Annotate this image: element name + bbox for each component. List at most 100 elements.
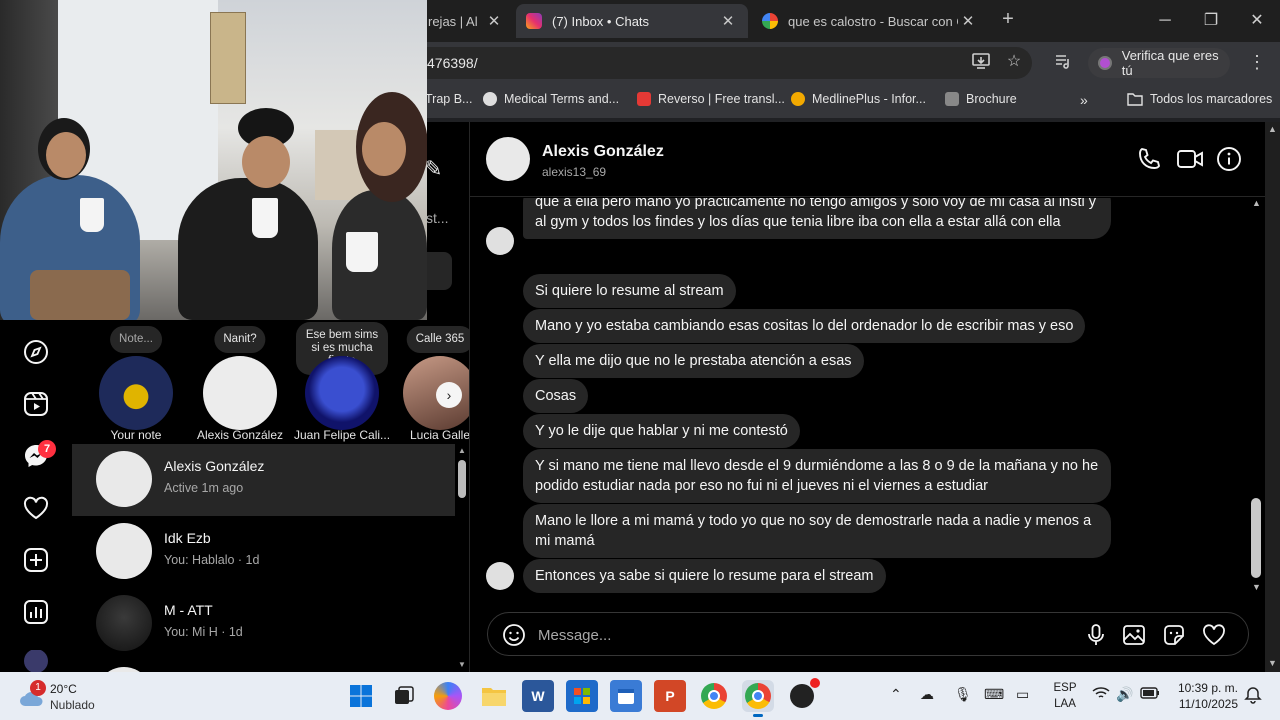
message-bubble[interactable]: Si quiere lo resume al stream: [523, 274, 736, 308]
list-item[interactable]: Idk Ezb You: Hablalo · 1d: [72, 516, 455, 588]
message-bubble[interactable]: Mano le llore a mi mamá y todo yo que no…: [523, 504, 1111, 558]
file-explorer-icon[interactable]: [478, 680, 510, 712]
input-language[interactable]: ESP LAA: [1050, 680, 1080, 712]
heart-icon[interactable]: [1202, 623, 1226, 647]
image-icon[interactable]: [1122, 623, 1146, 647]
word-icon[interactable]: W: [522, 680, 554, 712]
chat-scrollbar[interactable]: ▲ ▼: [1248, 196, 1264, 596]
verify-profile-button[interactable]: Verifica que eres tú: [1088, 48, 1230, 78]
scroll-up-icon[interactable]: ▲: [1268, 124, 1277, 134]
note-name: Juan Felipe Cali...: [294, 428, 390, 442]
display-icon[interactable]: ▭: [1016, 686, 1029, 703]
star-icon[interactable]: ☆: [1003, 51, 1025, 73]
verify-label: Verifica que eres tú: [1121, 48, 1219, 78]
bookmark-trap[interactable]: Trap B...: [425, 92, 472, 106]
explore-icon[interactable]: [22, 338, 50, 366]
calendar-icon[interactable]: [610, 680, 642, 712]
page-scrollbar[interactable]: ▲ ▼: [1265, 122, 1280, 672]
onedrive-off-icon[interactable]: ☁: [920, 686, 934, 703]
list-item[interactable]: [72, 660, 455, 672]
reels-icon[interactable]: [22, 390, 50, 418]
chat-panel: Alexis González alexis13_69 que a ella p…: [469, 122, 1266, 672]
media-control-icon[interactable]: [1052, 51, 1074, 73]
conversation-name: Idk Ezb: [164, 530, 211, 546]
heart-icon[interactable]: [22, 494, 50, 522]
scroll-down-icon[interactable]: ▼: [458, 660, 466, 669]
battery-icon[interactable]: [1140, 686, 1160, 702]
powerpoint-icon[interactable]: P: [654, 680, 686, 712]
avatar: [96, 523, 152, 579]
scroll-down-icon[interactable]: ▼: [1252, 582, 1261, 592]
avatar[interactable]: [486, 137, 530, 181]
window-close-icon[interactable]: ✕: [1234, 6, 1280, 36]
copilot-icon[interactable]: [434, 682, 462, 710]
task-view-icon[interactable]: [388, 680, 420, 712]
microphone-icon[interactable]: 🎙: [954, 686, 972, 703]
system-clock[interactable]: 10:39 p. m. 11/10/2025: [1168, 680, 1238, 712]
maximize-icon[interactable]: ❐: [1188, 6, 1234, 36]
conversation-status: Active 1m ago: [164, 481, 244, 495]
chevron-up-icon[interactable]: ⌃: [890, 686, 902, 703]
message-bubble[interactable]: Y si mano me tiene mal llevo desde el 9 …: [523, 449, 1111, 503]
scrollbar-thumb[interactable]: [1251, 498, 1261, 578]
minimize-icon[interactable]: ─: [1142, 6, 1188, 36]
volume-icon[interactable]: 🔊: [1116, 686, 1133, 703]
list-scrollbar[interactable]: ▲ ▼: [455, 444, 469, 672]
sticker-icon[interactable]: [1162, 623, 1186, 647]
list-item[interactable]: M - ATT You: Mi H · 1d: [72, 588, 455, 660]
info-icon[interactable]: [1216, 146, 1244, 174]
message-bubble[interactable]: que a ella pero mano yo prácticamente no…: [523, 198, 1111, 239]
notification-bell-icon[interactable]: [1244, 686, 1262, 704]
list-item[interactable]: Alexis González Active 1m ago: [72, 444, 455, 516]
install-app-icon[interactable]: [970, 51, 992, 73]
scrollbar-thumb[interactable]: [458, 460, 466, 498]
message-bubble[interactable]: Y ella me dijo que no le prestaba atenci…: [523, 344, 864, 378]
profile-avatar-icon[interactable]: [22, 650, 50, 672]
obs-icon[interactable]: [786, 678, 820, 712]
tab-google-search[interactable]: que es calostro - Buscar con Go ✕: [752, 4, 988, 38]
close-icon[interactable]: ✕: [484, 12, 504, 30]
microphone-icon[interactable]: [1084, 623, 1108, 647]
more-bookmarks-icon[interactable]: »: [1080, 92, 1088, 108]
dashboard-icon[interactable]: [22, 598, 50, 626]
message-bubble[interactable]: Entonces ya sabe si quiere lo resume par…: [523, 559, 886, 593]
message-bubble[interactable]: Mano y yo estaba cambiando esas cositas …: [523, 309, 1086, 343]
new-tab-icon[interactable]: +: [996, 8, 1020, 31]
tab-rejas[interactable]: rejas | Al ✕: [418, 4, 514, 38]
scroll-up-icon[interactable]: ▲: [458, 446, 466, 455]
chat-contact-name[interactable]: Alexis González: [542, 143, 664, 161]
note-bubble: Note...: [110, 326, 162, 353]
keyboard-icon[interactable]: ⌨: [984, 686, 1004, 703]
weather-temp: 20°C: [50, 682, 77, 696]
emoji-icon[interactable]: [502, 623, 526, 647]
wifi-icon[interactable]: [1092, 686, 1110, 703]
lang-code: ESP: [1053, 682, 1077, 694]
store-icon[interactable]: [566, 680, 598, 712]
bookmark-brochure[interactable]: Brochure: [945, 92, 1017, 106]
chrome-icon[interactable]: [698, 680, 730, 712]
message-bubble[interactable]: Y yo le dije que hablar y ni me contestó: [523, 414, 800, 448]
bookmark-medlineplus[interactable]: MedlinePlus - Infor...: [791, 92, 926, 106]
windows-start-icon[interactable]: [345, 680, 377, 712]
weather-widget[interactable]: 1 20°C Nublado: [18, 680, 128, 712]
video-call-icon[interactable]: [1176, 146, 1204, 174]
create-icon[interactable]: [22, 546, 50, 574]
scroll-up-icon[interactable]: ▲: [1252, 198, 1261, 208]
message-bubble[interactable]: Cosas: [523, 379, 589, 413]
bookmark-reverso[interactable]: Reverso | Free transl...: [637, 92, 785, 106]
message-thread: que a ella pero mano yo prácticamente no…: [470, 198, 1266, 600]
close-icon[interactable]: ✕: [718, 12, 738, 30]
more-menu-icon[interactable]: ⋮: [1248, 52, 1266, 73]
tab-inbox[interactable]: (7) Inbox • Chats ✕: [516, 4, 748, 38]
google-icon: [762, 13, 778, 29]
url-bar[interactable]: 476398/: [427, 47, 1032, 79]
chevron-right-icon[interactable]: ›: [436, 382, 462, 408]
phone-icon[interactable]: [1136, 146, 1164, 174]
bookmark-medical-terms[interactable]: Medical Terms and...: [483, 92, 619, 106]
chrome-active-icon[interactable]: [742, 680, 774, 712]
search-box-edge[interactable]: [427, 252, 452, 290]
scroll-down-icon[interactable]: ▼: [1268, 658, 1277, 668]
close-icon[interactable]: ✕: [958, 12, 978, 30]
message-input[interactable]: [538, 623, 1068, 647]
all-bookmarks-folder[interactable]: Todos los marcadores: [1127, 92, 1272, 106]
